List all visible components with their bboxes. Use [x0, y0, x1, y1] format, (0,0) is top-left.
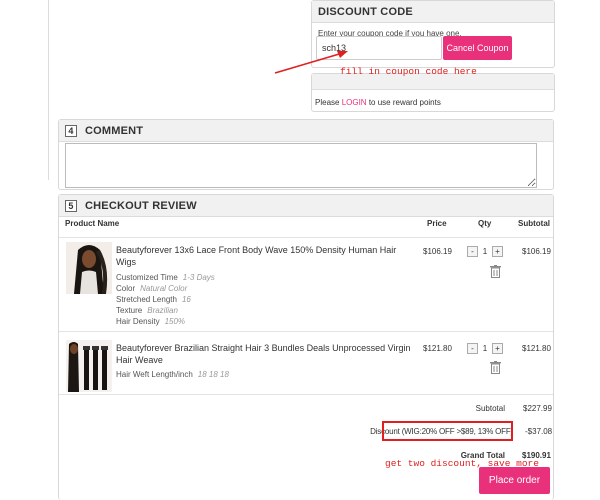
- product-option: Hair Density 150%: [116, 317, 186, 326]
- item-subtotal-2: $121.80: [522, 344, 551, 353]
- item-price-1: $106.19: [423, 247, 452, 256]
- product-name-2: Beautyforever Brazilian Straight Hair 3 …: [116, 343, 411, 365]
- col-subtotal: Subtotal: [518, 219, 550, 228]
- col-price: Price: [427, 219, 447, 228]
- checkout-review-title: CHECKOUT REVIEW: [85, 199, 197, 212]
- discount-value: -$37.08: [525, 427, 553, 436]
- qty-stepper-1: - 1 +: [467, 246, 503, 257]
- product-image-bundles: [66, 340, 112, 392]
- comment-title: COMMENT: [85, 124, 144, 137]
- discount-annotation: get two discount, save more: [385, 458, 539, 469]
- product-option: Texture Brazilian: [116, 306, 178, 315]
- discount-code-title: DISCOUNT CODE: [312, 1, 554, 23]
- reward-points-text: Please LOGIN to use reward points: [315, 98, 441, 107]
- qty-decrease-button[interactable]: -: [467, 343, 478, 354]
- trash-icon[interactable]: [490, 361, 501, 374]
- comment-step-number: 4: [65, 124, 77, 137]
- qty-increase-button[interactable]: +: [492, 343, 503, 354]
- qty-value[interactable]: 1: [478, 343, 492, 354]
- product-option: Hair Weft Length/inch 18 18 18: [116, 370, 229, 379]
- comment-textarea[interactable]: [65, 143, 537, 188]
- item-price-2: $121.80: [423, 344, 452, 353]
- reward-points-panel: Please LOGIN to use reward points: [311, 73, 555, 112]
- checkout-review-header: 5 CHECKOUT REVIEW: [59, 195, 553, 217]
- product-option: Color Natural Color: [116, 284, 188, 293]
- row-divider: [59, 394, 553, 395]
- discount-highlight-box: [382, 421, 513, 441]
- product-name-1: Beautyforever 13x6 Lace Front Body Wave …: [116, 245, 397, 267]
- product-option: Customized Time 1-3 Days: [116, 273, 215, 282]
- product-option: Stretched Length 16: [116, 295, 191, 304]
- left-divider: [48, 0, 49, 180]
- col-qty: Qty: [478, 219, 492, 228]
- cancel-coupon-button[interactable]: Cancel Coupon: [443, 36, 512, 60]
- place-order-button[interactable]: Place order: [479, 467, 550, 494]
- qty-value[interactable]: 1: [478, 246, 492, 257]
- row-divider: [59, 331, 553, 332]
- comment-panel: 4 COMMENT: [58, 119, 554, 190]
- coupon-annotation: fill in coupon code here: [340, 66, 477, 77]
- qty-increase-button[interactable]: +: [492, 246, 503, 257]
- header-divider: [59, 237, 553, 238]
- trash-icon[interactable]: [490, 265, 501, 278]
- review-step-number: 5: [65, 199, 77, 212]
- coupon-input[interactable]: [316, 36, 442, 60]
- product-image-wig: [66, 242, 112, 294]
- item-subtotal-1: $106.19: [522, 247, 551, 256]
- qty-stepper-2: - 1 +: [467, 343, 503, 354]
- checkout-review-panel: 5 CHECKOUT REVIEW Product Name Price Qty…: [58, 194, 554, 500]
- login-link[interactable]: LOGIN: [342, 98, 367, 107]
- col-product: Product Name: [65, 219, 120, 228]
- subtotal-label: Subtotal: [475, 404, 505, 413]
- qty-decrease-button[interactable]: -: [467, 246, 478, 257]
- comment-header: 4 COMMENT: [59, 120, 553, 142]
- subtotal-value: $227.99: [523, 404, 552, 413]
